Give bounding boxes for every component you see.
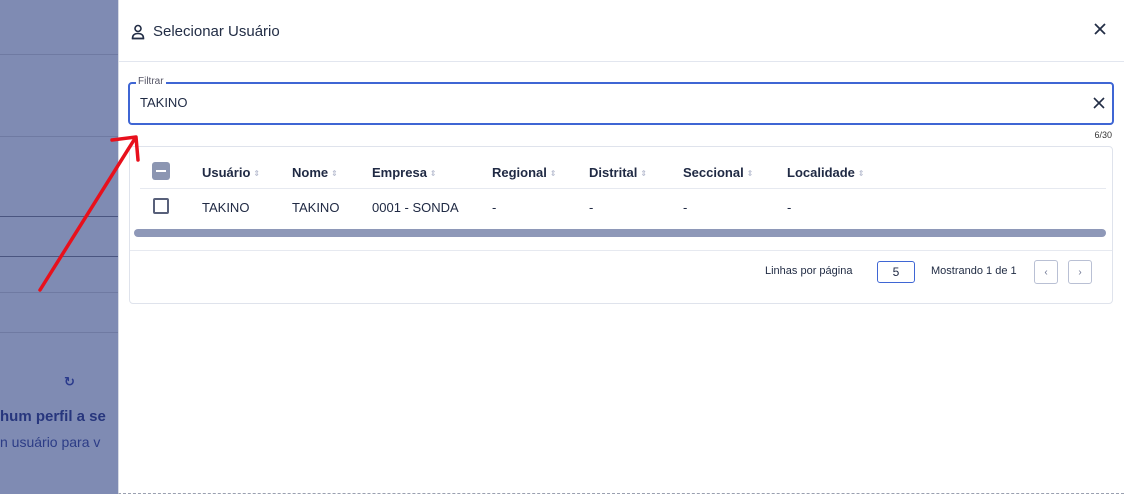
select-user-modal: Selecionar Usuário Filtrar 6/30 Usuário⇕… (118, 0, 1124, 494)
background-page: ↻ hum perfil a se n usuário para v (0, 0, 118, 494)
sort-icon: ⇕ (253, 169, 261, 179)
column-header-usuario[interactable]: Usuário ⇕ (202, 165, 260, 180)
close-icon (1093, 97, 1105, 109)
column-header-localidade[interactable]: Localidade ⇕ (787, 165, 865, 180)
table-row[interactable]: TAKINO TAKINO 0001 - SONDA - - - - (140, 193, 1106, 223)
divider (0, 256, 118, 257)
prev-page-button[interactable]: ‹ (1034, 260, 1058, 284)
modal-header: Selecionar Usuário (119, 0, 1124, 62)
sort-icon: ⇕ (429, 169, 437, 179)
divider (0, 54, 118, 55)
sort-icon: ⇕ (857, 169, 865, 179)
divider (0, 216, 118, 217)
rows-per-page-label: Linhas por página (765, 265, 853, 277)
column-label: Localidade (787, 165, 855, 180)
divider (0, 136, 118, 137)
horizontal-scrollbar[interactable] (134, 229, 1106, 237)
chevron-left-icon: ‹ (1044, 266, 1048, 278)
column-header-nome[interactable]: Nome ⇕ (292, 165, 338, 180)
cell-seccional: - (683, 200, 688, 215)
cell-empresa: 0001 - SONDA (372, 200, 459, 215)
empty-state-title: hum perfil a se (0, 408, 106, 425)
refresh-icon: ↻ (64, 374, 75, 389)
empty-state-subtitle: n usuário para v (0, 434, 101, 450)
next-page-button[interactable]: › (1068, 260, 1092, 284)
close-button[interactable] (1089, 18, 1111, 40)
clear-filter-button[interactable] (1090, 94, 1108, 112)
divider (130, 250, 1112, 251)
filter-input[interactable] (140, 95, 1040, 110)
modal-title: Selecionar Usuário (153, 23, 280, 40)
filter-label: Filtrar (136, 76, 166, 87)
cell-localidade: - (787, 200, 792, 215)
users-table-card: Usuário ⇕ Nome ⇕ Empresa ⇕ Regional ⇕ Distri… (129, 146, 1113, 304)
column-label: Seccional (683, 165, 744, 180)
divider (0, 292, 118, 293)
column-header-seccional[interactable]: Seccional ⇕ (683, 165, 753, 180)
column-label: Regional (492, 165, 547, 180)
row-checkbox[interactable] (153, 198, 169, 214)
column-header-empresa[interactable]: Empresa ⇕ (372, 165, 437, 180)
close-icon (1094, 23, 1106, 35)
column-label: Empresa (372, 165, 427, 180)
sort-icon: ⇕ (746, 169, 754, 179)
select-all-checkbox[interactable] (152, 162, 170, 180)
character-counter: 6/30 (1094, 130, 1112, 140)
cell-regional: - (492, 200, 497, 215)
filter-field[interactable]: Filtrar (128, 76, 1114, 125)
cell-nome: TAKINO (292, 200, 340, 215)
column-header-distrital[interactable]: Distrital ⇕ (589, 165, 647, 180)
cell-usuario: TAKINO (202, 200, 250, 215)
divider (0, 332, 118, 333)
column-label: Nome (292, 165, 329, 180)
column-header-regional[interactable]: Regional ⇕ (492, 165, 557, 180)
sort-icon: ⇕ (331, 169, 338, 179)
cell-distrital: - (589, 200, 594, 215)
sort-icon: ⇕ (549, 169, 557, 179)
user-icon (131, 24, 145, 40)
column-label: Usuário (202, 165, 251, 180)
sort-icon: ⇕ (640, 169, 648, 179)
table-header: Usuário ⇕ Nome ⇕ Empresa ⇕ Regional ⇕ Distri… (140, 159, 1106, 189)
column-label: Distrital (589, 165, 638, 180)
chevron-right-icon: › (1078, 266, 1082, 278)
rows-per-page-select[interactable]: 5 (877, 261, 915, 283)
pagination-status: Mostrando 1 de 1 (931, 265, 1017, 277)
